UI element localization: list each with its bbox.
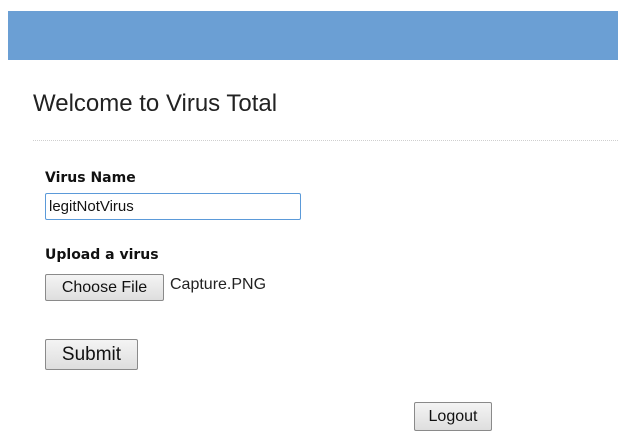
page-title: Welcome to Virus Total xyxy=(33,90,278,117)
page: Welcome to Virus Total Virus Name Upload… xyxy=(0,0,618,445)
virus-name-label: Virus Name xyxy=(45,170,136,186)
upload-label: Upload a virus xyxy=(45,247,159,263)
logout-button[interactable]: Logout xyxy=(414,402,492,431)
choose-file-button[interactable]: Choose File xyxy=(45,274,164,301)
submit-button[interactable]: Submit xyxy=(45,339,138,370)
virus-name-input[interactable] xyxy=(45,193,301,220)
divider xyxy=(33,140,618,141)
header-bar xyxy=(8,11,618,60)
selected-file-name: Capture.PNG xyxy=(170,276,267,293)
